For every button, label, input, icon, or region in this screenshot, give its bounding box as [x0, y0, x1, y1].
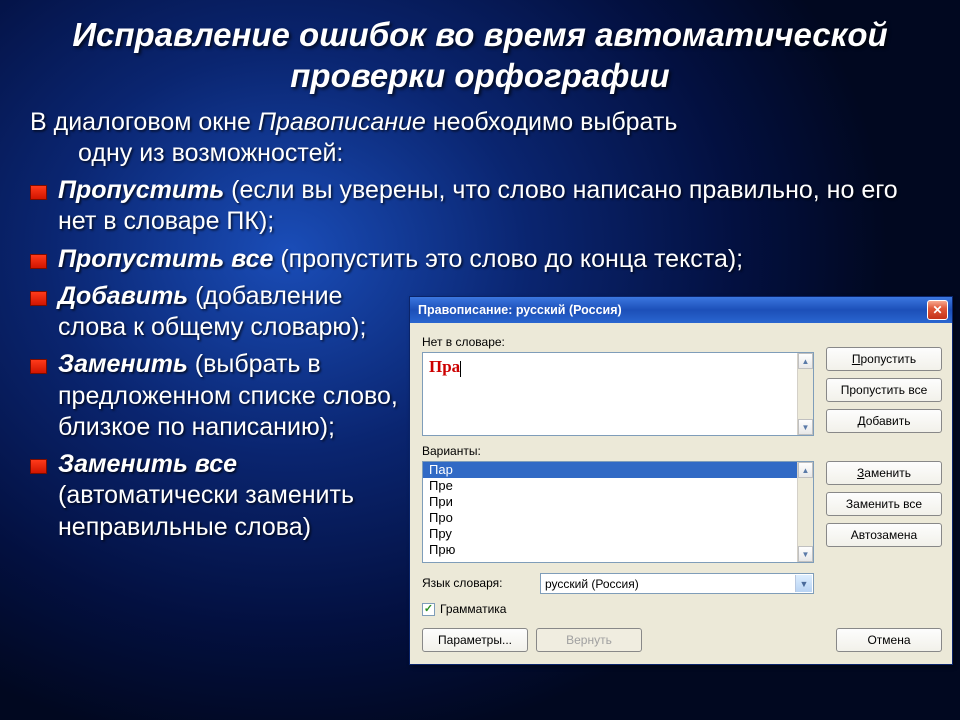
- skip-all-button[interactable]: Пропустить все: [826, 378, 942, 402]
- scroll-up-icon[interactable]: ▲: [798, 462, 813, 478]
- revert-button: Вернуть: [536, 628, 642, 652]
- add-button[interactable]: Добавить: [826, 409, 942, 433]
- grammar-checkbox[interactable]: ✓: [422, 603, 435, 616]
- label-text: Нет в словаре:: [422, 335, 505, 349]
- list-item[interactable]: Прю: [423, 542, 813, 558]
- dialog-title: Правописание: русский (Россия): [418, 303, 927, 317]
- replace-all-button[interactable]: Заменить все: [826, 492, 942, 516]
- variants-label: Варианты:: [422, 444, 814, 458]
- bullet-replace-all: Заменить все (автоматически заменить неп…: [30, 449, 410, 543]
- bullet-replace: Заменить (выбрать в предложенном списке …: [30, 349, 410, 443]
- language-label: Язык словаря:: [422, 576, 532, 590]
- bullet-term: Добавить: [58, 282, 188, 310]
- not-in-dict-textbox[interactable]: Пра ▲ ▼: [422, 352, 814, 436]
- intro-after: необходимо выбрать: [433, 108, 678, 136]
- cancel-button[interactable]: Отмена: [836, 628, 942, 652]
- bullet-add: Добавить (добавление слова к общему слов…: [30, 281, 410, 344]
- bullet-term: Пропустить все: [58, 245, 273, 273]
- scroll-down-icon[interactable]: ▼: [798, 419, 813, 435]
- replace-button[interactable]: Заменить: [826, 461, 942, 485]
- intro-before: В диалоговом окне: [30, 108, 251, 136]
- scroll-down-icon[interactable]: ▼: [798, 546, 813, 562]
- misspelled-word: Пра: [429, 357, 460, 376]
- options-button[interactable]: Параметры...: [422, 628, 528, 652]
- language-select[interactable]: русский (Россия) ▼: [540, 573, 814, 594]
- close-icon[interactable]: ✕: [927, 300, 948, 320]
- scroll-up-icon[interactable]: ▲: [798, 353, 813, 369]
- bullet-skip: Пропустить (если вы уверены, что слово н…: [30, 175, 938, 238]
- list-item[interactable]: Пру: [423, 526, 813, 542]
- slide-title: Исправление ошибок во время автоматическ…: [0, 0, 960, 107]
- text-cursor: [460, 361, 461, 377]
- intro-italic: Правописание: [258, 108, 426, 136]
- label-text: Варианты:: [422, 444, 481, 458]
- scrollbar-vertical[interactable]: ▲ ▼: [797, 353, 813, 435]
- bullet-skip-all: Пропустить все (пропустить это слово до …: [30, 244, 938, 275]
- list-item[interactable]: При: [423, 494, 813, 510]
- check-icon: ✓: [424, 604, 433, 614]
- bullet-rest: (пропустить это слово до конца текста);: [273, 245, 743, 273]
- intro-line2: одну из возможностей:: [30, 138, 938, 169]
- bullet-rest: (автоматически заменить неправильные сло…: [58, 481, 354, 540]
- list-item[interactable]: Пре: [423, 478, 813, 494]
- grammar-label: Грамматика: [440, 602, 506, 616]
- autocorrect-button[interactable]: Автозамена: [826, 523, 942, 547]
- not-in-dict-label: Нет в словаре:: [422, 335, 814, 349]
- list-item[interactable]: Про: [423, 510, 813, 526]
- language-value: русский (Россия): [545, 577, 639, 591]
- chevron-down-icon[interactable]: ▼: [795, 575, 812, 592]
- bullet-term: Заменить все: [58, 450, 237, 478]
- bullet-term: Заменить: [58, 350, 188, 378]
- intro-paragraph: В диалоговом окне Правописание необходим…: [30, 107, 938, 170]
- dialog-titlebar[interactable]: Правописание: русский (Россия) ✕: [410, 297, 952, 323]
- skip-button[interactable]: Пропустить: [826, 347, 942, 371]
- scrollbar-vertical[interactable]: ▲ ▼: [797, 462, 813, 562]
- variants-listbox[interactable]: Пар Пре При Про Пру Прю ▲ ▼: [422, 461, 814, 563]
- bullet-term: Пропустить: [58, 176, 224, 204]
- list-item[interactable]: Пар: [423, 462, 813, 478]
- spellcheck-dialog: Правописание: русский (Россия) ✕ Нет в с…: [409, 296, 953, 665]
